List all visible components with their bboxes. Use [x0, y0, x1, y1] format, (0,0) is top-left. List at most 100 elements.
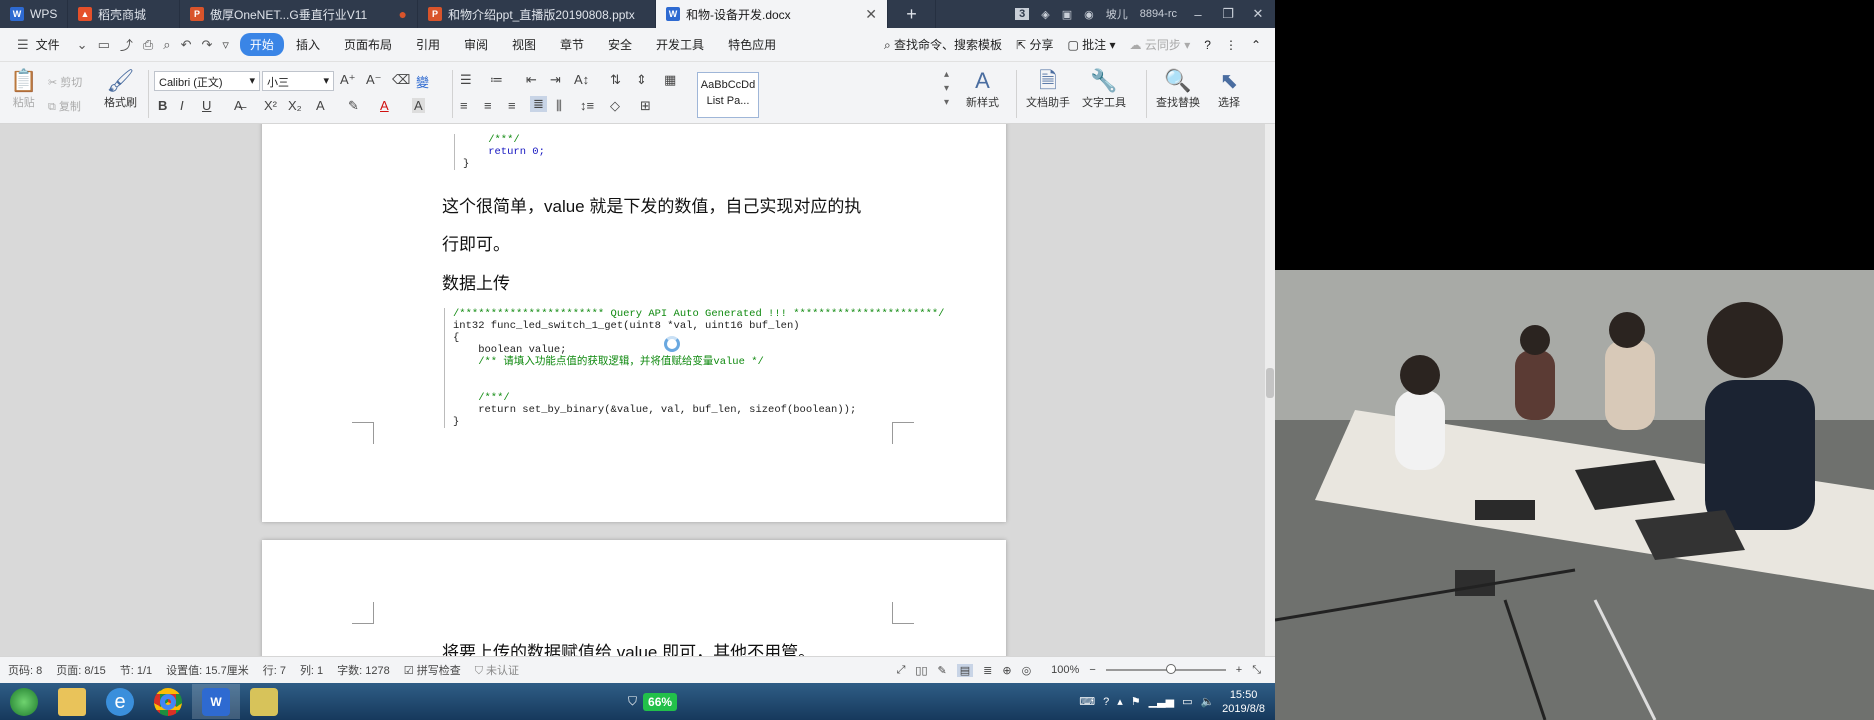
select-button[interactable]: ⬉ 选择 [1218, 68, 1240, 110]
command-search[interactable]: ⌕ 查找命令、搜索模板 [884, 36, 1002, 53]
tab-onenet-ppt[interactable]: P 傲厚OneNET...G垂直行业V11 ● [180, 0, 418, 28]
shading-icon[interactable]: ◇ [610, 98, 620, 114]
menu-review[interactable]: 审阅 [452, 36, 500, 53]
tab-wps[interactable]: W WPS [0, 0, 68, 28]
hamburger-icon[interactable]: ☰ [12, 37, 34, 53]
outline-view-icon[interactable]: ≣ [983, 664, 992, 677]
doc-helper-button[interactable]: 🗎 文档助手 [1026, 68, 1070, 110]
align-left-icon[interactable]: ≡ [460, 98, 468, 113]
cut-button[interactable]: ✂ 剪切 [48, 74, 82, 90]
clear-format-icon[interactable]: ⌫ [392, 72, 410, 88]
menu-file[interactable]: 文件 [34, 36, 72, 53]
cloud-sync-button[interactable]: ☁ 云同步 ▾ [1130, 36, 1191, 53]
signal-icon[interactable]: ▁▃▅ [1149, 695, 1174, 708]
help-circle-icon[interactable]: ? [1103, 696, 1109, 708]
paste-button[interactable]: 📋 粘贴 [10, 68, 37, 110]
minimize-icon[interactable]: – [1189, 7, 1207, 22]
restore-icon[interactable]: ❐ [1219, 6, 1237, 22]
keyboard-icon[interactable]: ⌨ [1079, 695, 1095, 708]
text-direction-icon[interactable]: A↕ [574, 72, 589, 87]
distribute-icon[interactable]: ⫼ [556, 98, 562, 114]
align-center-icon[interactable]: ≡ [484, 98, 492, 113]
shrink-font-icon[interactable]: A⁻ [366, 72, 382, 88]
bullet-list-icon[interactable]: ☰ [460, 72, 472, 88]
window-count-badge[interactable]: 3 [1015, 8, 1030, 20]
status-page-num[interactable]: 页码: 8 [8, 662, 42, 678]
tab-docer-store[interactable]: ▲ 稻壳商城 [68, 0, 180, 28]
display-icon[interactable]: ▭ [1182, 695, 1192, 708]
status-section[interactable]: 节: 1/1 [120, 662, 152, 678]
zoom-slider-thumb[interactable] [1165, 664, 1176, 674]
clock[interactable]: 15:50 2019/8/8 [1222, 688, 1265, 716]
zoom-level[interactable]: 100% [1051, 664, 1079, 676]
bold-icon[interactable]: B [158, 98, 167, 113]
taskbar-app[interactable] [240, 684, 288, 719]
scrollbar-thumb[interactable] [1266, 368, 1274, 398]
font-name-select[interactable]: Calibri (正文) ▾ [154, 71, 260, 91]
more-icon[interactable]: ⋮ [1225, 38, 1237, 52]
customize-chevron-icon[interactable]: ▿ [217, 37, 234, 53]
eye-protect-icon[interactable]: ◎ [1022, 664, 1032, 677]
new-style-button[interactable]: A 新样式 [966, 68, 999, 110]
taskbar-explorer[interactable] [48, 684, 96, 719]
taskbar-ie[interactable]: e [96, 684, 144, 719]
highlight-icon[interactable]: ✎ [348, 98, 359, 114]
font-size-select[interactable]: 小三 ▾ [262, 71, 334, 91]
page-9[interactable]: 将要上传的数据赋值给 value 即可，其他不用管。 [262, 540, 1006, 656]
subscript-icon[interactable]: X₂ [288, 98, 302, 113]
start-button[interactable] [0, 684, 48, 719]
tab-device-doc[interactable]: W 和物-设备开发.docx ✕ [656, 0, 888, 28]
format-painter-button[interactable]: 🖌 格式刷 [104, 68, 137, 110]
menu-security[interactable]: 安全 [596, 36, 644, 53]
grow-font-icon[interactable]: A⁺ [340, 72, 356, 88]
spell-check-button[interactable]: ☑ 拼写检查 [404, 662, 461, 678]
decrease-indent-icon[interactable]: ⇤ [526, 72, 537, 88]
table-icon[interactable]: ▦ [664, 72, 676, 88]
find-replace-button[interactable]: 🔍 查找替换 [1156, 68, 1200, 110]
strikethrough-icon[interactable]: A̶ [234, 98, 243, 113]
sort-icon[interactable]: ⇅ [610, 72, 621, 88]
redo-icon[interactable]: ↷ [196, 37, 217, 53]
menu-developer[interactable]: 开发工具 [644, 36, 716, 53]
menu-special-apps[interactable]: 特色应用 [716, 36, 788, 53]
chevron-down-icon[interactable]: ⌄ [72, 37, 93, 53]
line-spacing-icon[interactable]: ⇕ [636, 72, 647, 88]
close-icon[interactable]: ● [389, 6, 407, 22]
menu-view[interactable]: 视图 [500, 36, 548, 53]
comment-button[interactable]: ▢ 批注 ▾ [1067, 36, 1115, 53]
skin-icon[interactable]: ◈ [1041, 8, 1049, 21]
zoom-in-icon[interactable]: + [1236, 664, 1242, 676]
italic-icon[interactable]: I [180, 98, 184, 113]
borders-icon[interactable]: ⊞ [640, 98, 651, 114]
save-icon[interactable]: ▭ [93, 37, 115, 53]
menu-home[interactable]: 开始 [239, 33, 284, 56]
menu-page-layout[interactable]: 页面布局 [332, 36, 404, 53]
share-button[interactable]: ⇱ 分享 [1016, 36, 1053, 53]
menu-insert[interactable]: 插入 [284, 36, 332, 53]
help-icon[interactable]: ? [1204, 38, 1211, 52]
output-pdf-icon[interactable]: ⤴ [115, 35, 138, 54]
font-color-icon[interactable]: A [380, 98, 389, 113]
fit-page-icon[interactable]: ⤡ [1252, 664, 1261, 677]
fullscreen-icon[interactable]: ⤢ [897, 664, 906, 677]
tray-expand-icon[interactable]: ▴ [1117, 695, 1123, 708]
web-view-icon[interactable]: ⊕ [1002, 664, 1011, 677]
page-8[interactable]: /***/ return 0; } 这个很简单，value 就是下发的数值，自己… [262, 124, 1006, 522]
text-effect-icon[interactable]: A [316, 98, 325, 113]
copy-button[interactable]: ⧉ 复制 [48, 98, 81, 114]
taskbar-chrome[interactable] [144, 684, 192, 719]
increase-indent-icon[interactable]: ⇥ [550, 72, 561, 88]
taskbar-wps[interactable]: W [192, 684, 240, 719]
user-name[interactable]: 坡儿 [1106, 6, 1128, 22]
page-view-icon[interactable]: ▤ [956, 663, 974, 677]
align-right-icon[interactable]: ≡ [508, 98, 516, 113]
superscript-icon[interactable]: X² [264, 98, 277, 113]
document-area[interactable]: /***/ return 0; } 这个很简单，value 就是下发的数值，自己… [0, 124, 1275, 656]
status-setting[interactable]: 设置值: 15.7厘米 [166, 662, 249, 678]
undo-icon[interactable]: ↶ [176, 37, 197, 53]
volume-icon[interactable]: 🔈 [1200, 695, 1214, 708]
layout-icon[interactable]: ▣ [1062, 8, 1072, 21]
menu-chapter[interactable]: 章节 [548, 36, 596, 53]
new-tab-button[interactable]: + [888, 0, 936, 28]
read-mode-icon[interactable]: ▯▯ [915, 664, 927, 677]
